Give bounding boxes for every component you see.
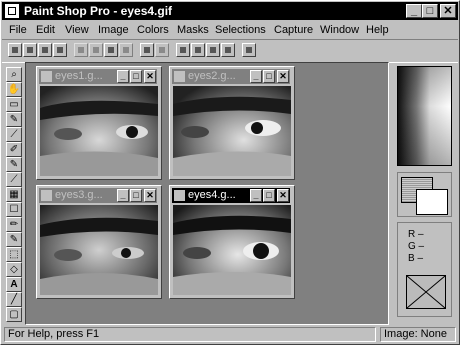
no-icon[interactable]: [155, 43, 169, 57]
document-window-eyes3[interactable]: eyes3.g... _ □ ✕: [36, 185, 162, 299]
eraser-icon[interactable]: ✏: [6, 217, 22, 232]
menu-file[interactable]: File: [9, 21, 27, 39]
menu-image[interactable]: Image: [98, 21, 129, 39]
help-pointer-icon[interactable]: [242, 43, 256, 57]
rect-select-icon[interactable]: ▭: [6, 97, 22, 112]
document-window-eyes2[interactable]: eyes2.g... _ □ ✕: [169, 66, 295, 180]
b-value: B –: [408, 253, 424, 264]
document-title: eyes3.g...: [55, 189, 103, 201]
app-icon[interactable]: [5, 4, 19, 18]
doc-maximize-button[interactable]: □: [130, 70, 142, 83]
document-icon: [41, 71, 52, 82]
brush-icon[interactable]: [176, 43, 190, 57]
rgb-readout: R – G – B –: [397, 222, 452, 317]
color-replace-icon[interactable]: ⟋: [6, 172, 22, 187]
background-color-swatch[interactable]: [416, 189, 448, 215]
paste-icon[interactable]: [104, 43, 118, 57]
menu-masks[interactable]: Masks: [177, 21, 209, 39]
document-title-bar[interactable]: eyes1.g... _ □ ✕: [39, 69, 157, 84]
doc-maximize-button[interactable]: □: [263, 70, 275, 83]
doc-maximize-button[interactable]: □: [130, 189, 142, 202]
doc-close-button[interactable]: ✕: [144, 70, 156, 83]
menu-bar: File Edit View Image Colors Masks Select…: [2, 21, 458, 39]
color-picker-gradient[interactable]: [397, 66, 452, 166]
r-value: R –: [408, 229, 424, 240]
tool-palette: ⌕ ✋ ▭ ✎ ⟋ ✐ ✎ ⟋ ▦ ☐ ✏ ✎ ⬚ ◇ A ╱ ▢: [4, 63, 24, 323]
lasso-icon[interactable]: ✎: [6, 112, 22, 127]
document-window-eyes4[interactable]: eyes4.g... _ □ ✕: [169, 185, 295, 299]
image-canvas-eyes3[interactable]: [40, 205, 158, 295]
document-icon: [174, 190, 185, 201]
status-bar: For Help, press F1 Image: None: [2, 326, 458, 343]
toolbar: [2, 39, 458, 63]
hand-icon[interactable]: ✋: [6, 82, 22, 97]
line-icon[interactable]: ╱: [6, 292, 22, 307]
current-color-preview: [406, 275, 446, 309]
document-icon: [174, 71, 185, 82]
airbrush-icon[interactable]: ✎: [6, 232, 22, 247]
paintbrush-icon[interactable]: ✐: [6, 142, 22, 157]
undo-icon[interactable]: [119, 43, 133, 57]
title-bar[interactable]: Paint Shop Pro - eyes4.gif _ □ ✕: [2, 2, 458, 20]
document-title: eyes1.g...: [55, 70, 103, 82]
histogram-icon[interactable]: [221, 43, 235, 57]
document-icon: [41, 190, 52, 201]
zoom-icon[interactable]: ⌕: [6, 67, 22, 82]
g-value: G –: [408, 241, 425, 252]
doc-minimize-button[interactable]: _: [117, 70, 129, 83]
columns-icon[interactable]: [206, 43, 220, 57]
color-swatch-panel: [397, 172, 452, 217]
open-icon[interactable]: [23, 43, 37, 57]
window-icon[interactable]: [191, 43, 205, 57]
doc-close-button[interactable]: ✕: [277, 70, 289, 83]
document-title: eyes2.g...: [188, 70, 236, 82]
menu-view[interactable]: View: [65, 21, 89, 39]
menu-colors[interactable]: Colors: [137, 21, 169, 39]
document-window-eyes1[interactable]: eyes1.g... _ □ ✕: [36, 66, 162, 180]
menu-help[interactable]: Help: [366, 21, 389, 39]
eyedropper-icon[interactable]: ⟋: [6, 127, 22, 142]
cut-icon[interactable]: [74, 43, 88, 57]
retouch-icon[interactable]: ▦: [6, 187, 22, 202]
print-icon[interactable]: [53, 43, 67, 57]
minimize-button[interactable]: _: [406, 4, 422, 18]
image-canvas-eyes4[interactable]: [173, 205, 291, 295]
status-help-text: For Help, press F1: [4, 327, 376, 342]
scratch-icon[interactable]: ☐: [6, 202, 22, 217]
maximize-button[interactable]: □: [422, 4, 438, 18]
image-canvas-eyes1[interactable]: [40, 86, 158, 176]
doc-minimize-button[interactable]: _: [250, 189, 262, 202]
shape-icon[interactable]: ▢: [6, 307, 22, 322]
app-window: Paint Shop Pro - eyes4.gif _ □ ✕ File Ed…: [0, 0, 460, 345]
document-title: eyes4.g...: [188, 189, 236, 201]
document-title-bar[interactable]: eyes4.g... _ □ ✕: [172, 188, 290, 203]
new-icon[interactable]: [8, 43, 22, 57]
monitor-icon[interactable]: [140, 43, 154, 57]
doc-close-button[interactable]: ✕: [144, 189, 156, 202]
save-icon[interactable]: [38, 43, 52, 57]
status-image-info: Image: None: [380, 327, 456, 342]
menu-edit[interactable]: Edit: [36, 21, 55, 39]
doc-minimize-button[interactable]: _: [250, 70, 262, 83]
clone-icon[interactable]: ✎: [6, 157, 22, 172]
text-icon[interactable]: A: [6, 277, 22, 292]
flood-fill-icon[interactable]: ◇: [6, 262, 22, 277]
doc-minimize-button[interactable]: _: [117, 189, 129, 202]
doc-close-button[interactable]: ✕: [277, 189, 289, 202]
image-canvas-eyes2[interactable]: [173, 86, 291, 176]
close-button[interactable]: ✕: [440, 4, 456, 18]
window-title: Paint Shop Pro - eyes4.gif: [24, 4, 173, 18]
color-palette-panel: R – G – B –: [391, 62, 458, 325]
menu-capture[interactable]: Capture: [274, 21, 313, 39]
menu-window[interactable]: Window: [320, 21, 359, 39]
document-title-bar[interactable]: eyes3.g... _ □ ✕: [39, 188, 157, 203]
mdi-workspace: eyes1.g... _ □ ✕ eyes2.g... _ □ ✕ eyes3.…: [25, 62, 389, 325]
copy-icon[interactable]: [89, 43, 103, 57]
doc-maximize-button[interactable]: □: [263, 189, 275, 202]
document-title-bar[interactable]: eyes2.g... _ □ ✕: [172, 69, 290, 84]
menu-selections[interactable]: Selections: [215, 21, 266, 39]
fill-icon[interactable]: ⬚: [6, 247, 22, 262]
